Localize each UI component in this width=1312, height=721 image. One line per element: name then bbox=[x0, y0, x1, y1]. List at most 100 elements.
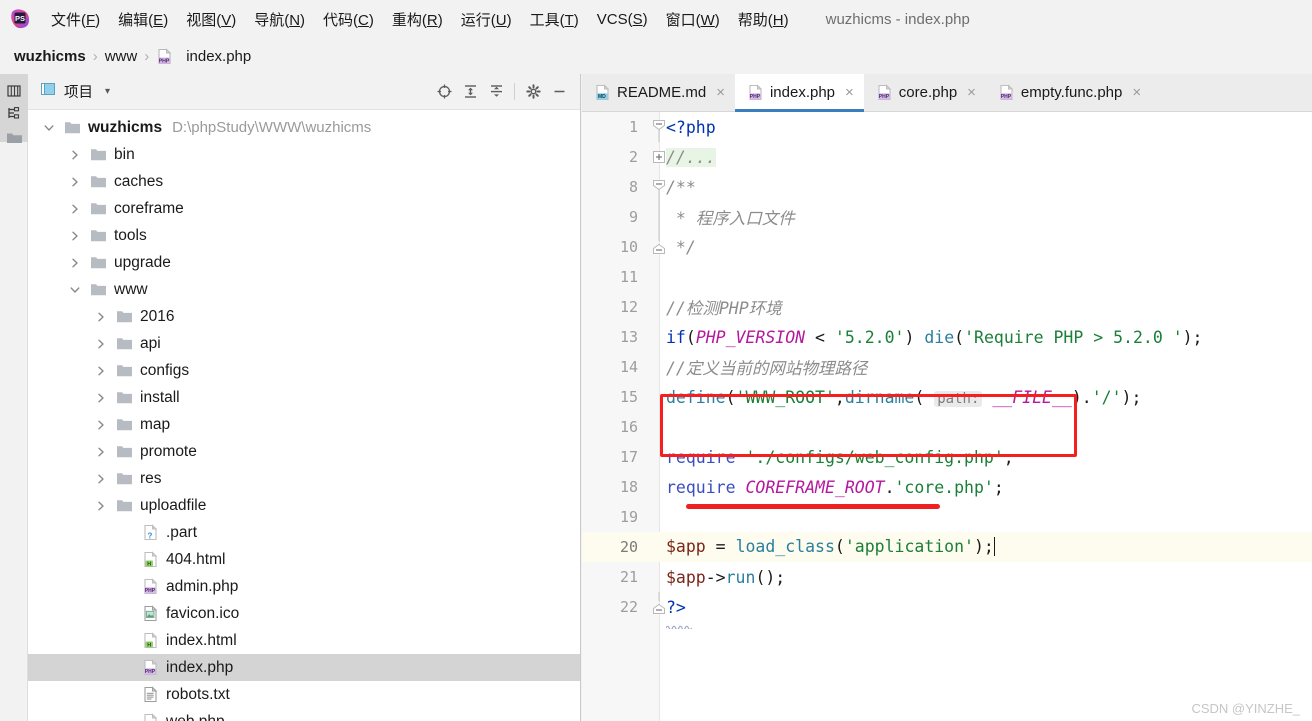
chevron-right-icon[interactable] bbox=[94, 472, 108, 486]
close-icon[interactable]: × bbox=[845, 84, 854, 101]
chevron-right-icon[interactable] bbox=[68, 148, 82, 162]
chevron-right-icon[interactable] bbox=[94, 499, 108, 513]
menu-item-代码[interactable]: 代码(C) bbox=[314, 6, 383, 33]
locate-target-icon[interactable] bbox=[431, 79, 457, 105]
menu-item-视图[interactable]: 视图(V) bbox=[177, 6, 245, 33]
tree-row-res[interactable]: res bbox=[28, 465, 580, 492]
tree-row-install[interactable]: install bbox=[28, 384, 580, 411]
close-icon[interactable]: × bbox=[716, 84, 725, 101]
tree-row-favicon.ico[interactable]: favicon.ico bbox=[28, 600, 580, 627]
code-line-18[interactable]: 18 require COREFRAME_ROOT.'core.php'; bbox=[582, 472, 1312, 502]
fold-collapse-icon[interactable] bbox=[651, 112, 667, 142]
tree-row-.part[interactable]: ? .part bbox=[28, 519, 580, 546]
code-token: <?php bbox=[666, 117, 716, 137]
tree-row-web.php[interactable]: PHP web.php bbox=[28, 708, 580, 721]
code-line-20[interactable]: 20 $app = load_class('application'); bbox=[582, 532, 1312, 562]
menu-item-运行[interactable]: 运行(U) bbox=[452, 6, 521, 33]
menu-item-帮助[interactable]: 帮助(H) bbox=[729, 6, 798, 33]
close-icon[interactable]: × bbox=[1132, 84, 1141, 101]
chevron-right-icon[interactable] bbox=[68, 229, 82, 243]
chevron-right-icon[interactable] bbox=[68, 256, 82, 270]
code-line-11[interactable]: 11 bbox=[582, 262, 1312, 292]
fold-expand-icon[interactable] bbox=[651, 142, 667, 172]
tree-row-caches[interactable]: caches bbox=[28, 168, 580, 195]
watermark: CSDN @YINZHE_ bbox=[1191, 701, 1300, 716]
editor-tab-empty.func.php[interactable]: PHP empty.func.php × bbox=[986, 74, 1151, 111]
tree-row-robots.txt[interactable]: robots.txt bbox=[28, 681, 580, 708]
tree-row-2016[interactable]: 2016 bbox=[28, 303, 580, 330]
code-line-13[interactable]: 13 if(PHP_VERSION < '5.2.0') die('Require… bbox=[582, 322, 1312, 352]
close-icon[interactable]: × bbox=[967, 84, 976, 101]
menu-item-重构[interactable]: 重构(R) bbox=[383, 6, 452, 33]
chevron-down-icon[interactable]: ▾ bbox=[105, 86, 110, 97]
tree-row-label: 404.html bbox=[166, 550, 226, 568]
menu-item-导航[interactable]: 导航(N) bbox=[245, 6, 314, 33]
code-editor[interactable]: 1 <?php 2//... 8/** 9 * 程序入口文件 10 */11 12//检测P… bbox=[582, 112, 1312, 721]
tree-row-wuzhicms[interactable]: wuzhicms D:\phpStudy\WWW\wuzhicms bbox=[28, 114, 580, 141]
tree-arrow-spacer bbox=[120, 580, 134, 594]
menu-item-文件[interactable]: 文件(F) bbox=[42, 6, 109, 33]
chevron-right-icon[interactable] bbox=[94, 337, 108, 351]
tree-row-bin[interactable]: bin bbox=[28, 141, 580, 168]
folder-icon[interactable] bbox=[3, 126, 25, 148]
minimize-icon[interactable] bbox=[546, 79, 572, 105]
chevron-right-icon[interactable] bbox=[94, 445, 108, 459]
chevron-right-icon[interactable] bbox=[94, 364, 108, 378]
tree-row-tools[interactable]: tools bbox=[28, 222, 580, 249]
editor-tab-index.php[interactable]: PHP index.php × bbox=[734, 74, 864, 112]
code-line-19[interactable]: 19 bbox=[582, 502, 1312, 532]
tree-row-coreframe[interactable]: coreframe bbox=[28, 195, 580, 222]
code-line-1[interactable]: 1 <?php bbox=[582, 112, 1312, 142]
tree-row-index.php[interactable]: PHP index.php bbox=[28, 654, 580, 681]
code-line-22[interactable]: 22 ?> bbox=[582, 592, 1312, 631]
breadcrumb-folder[interactable]: www bbox=[105, 48, 138, 65]
code-line-14[interactable]: 14 //定义当前的网站物理路径 bbox=[582, 352, 1312, 382]
tree-row-configs[interactable]: configs bbox=[28, 357, 580, 384]
chevron-right-icon[interactable] bbox=[68, 175, 82, 189]
tree-row-www[interactable]: www bbox=[28, 276, 580, 303]
chevron-right-icon[interactable] bbox=[68, 202, 82, 216]
fold-collapse-icon[interactable] bbox=[651, 172, 667, 202]
menu-item-工具[interactable]: 工具(T) bbox=[521, 6, 588, 33]
breadcrumb-root[interactable]: wuzhicms bbox=[14, 48, 86, 65]
chevron-right-icon[interactable] bbox=[94, 418, 108, 432]
tree-row-api[interactable]: api bbox=[28, 330, 580, 357]
code-line-12[interactable]: 12 //检测PHP环境 bbox=[582, 292, 1312, 322]
code-line-17[interactable]: 17 require './configs/web_config.php'; bbox=[582, 442, 1312, 472]
editor-tab-README.md[interactable]: MD README.md × bbox=[582, 74, 735, 111]
chevron-down-icon[interactable] bbox=[42, 121, 56, 135]
editor-tab-core.php[interactable]: PHP core.php × bbox=[864, 74, 986, 111]
menu-item-编辑[interactable]: 编辑(E) bbox=[109, 6, 177, 33]
tree-row-admin.php[interactable]: PHP admin.php bbox=[28, 573, 580, 600]
code-line-16[interactable]: 16 bbox=[582, 412, 1312, 442]
collapse-all-icon[interactable] bbox=[483, 79, 509, 105]
fold-collapse-end-icon[interactable] bbox=[651, 592, 667, 622]
expand-all-icon[interactable] bbox=[457, 79, 483, 105]
tree-row-upgrade[interactable]: upgrade bbox=[28, 249, 580, 276]
tree-row-map[interactable]: map bbox=[28, 411, 580, 438]
menu-item-窗口[interactable]: 窗口(W) bbox=[657, 6, 729, 33]
code-line-text: if(PHP_VERSION < '5.2.0') die('Require P… bbox=[666, 328, 1203, 347]
chevron-right-icon[interactable] bbox=[94, 391, 108, 405]
code-line-8[interactable]: 8 /** bbox=[582, 172, 1312, 202]
code-line-2[interactable]: 2 //... bbox=[582, 142, 1312, 172]
breadcrumb-file[interactable]: PHP index.php bbox=[156, 48, 251, 65]
code-line-15[interactable]: 15 define('WWW_ROOT',dirname( path: __FIL… bbox=[582, 382, 1312, 412]
code-line-9[interactable]: 9 * 程序入口文件 bbox=[582, 202, 1312, 232]
menu-item-VCS[interactable]: VCS(S) bbox=[588, 8, 657, 31]
tree-row-promote[interactable]: promote bbox=[28, 438, 580, 465]
tree-row-uploadfile[interactable]: uploadfile bbox=[28, 492, 580, 519]
gear-icon[interactable] bbox=[520, 79, 546, 105]
fold-collapse-end-icon[interactable] bbox=[651, 232, 667, 262]
sidebar-item-structure[interactable] bbox=[3, 102, 25, 124]
tree-row-label: uploadfile bbox=[140, 496, 207, 514]
chevron-right-icon[interactable] bbox=[94, 310, 108, 324]
chevron-down-icon[interactable] bbox=[68, 283, 82, 297]
tree-row-index.html[interactable]: Hindex.html bbox=[28, 627, 580, 654]
project-file-tree[interactable]: wuzhicms D:\phpStudy\WWW\wuzhicms bin cache… bbox=[28, 110, 580, 721]
code-line-21[interactable]: 21 $app->run(); bbox=[582, 562, 1312, 592]
sidebar-item-project[interactable] bbox=[3, 80, 25, 102]
code-line-10[interactable]: 10 */ bbox=[582, 232, 1312, 262]
tree-row-404.html[interactable]: H 404.html bbox=[28, 546, 580, 573]
